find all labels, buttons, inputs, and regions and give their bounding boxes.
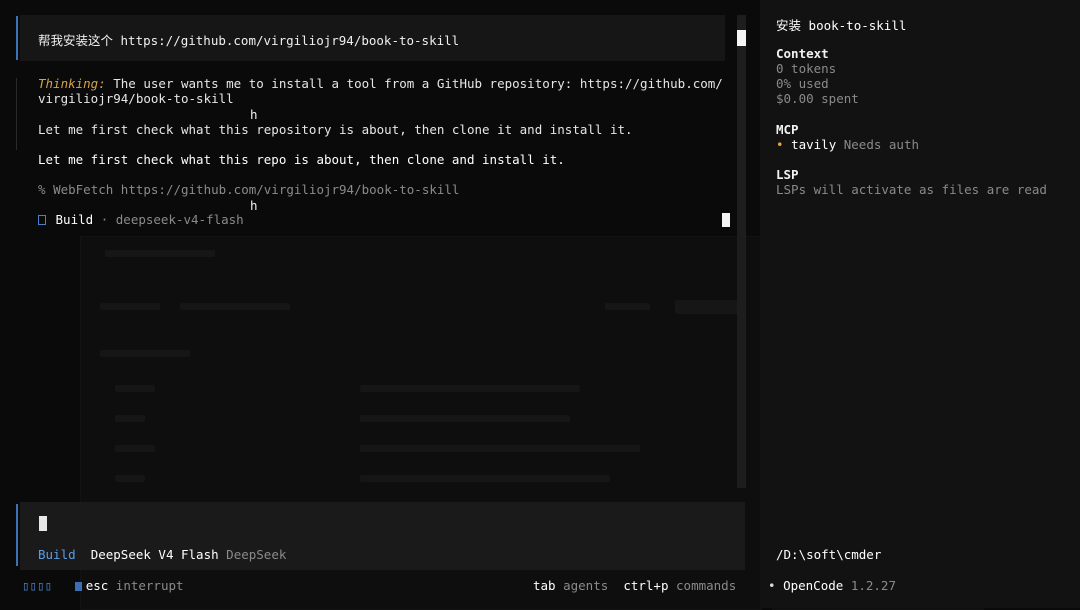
output-cursor: [722, 213, 730, 227]
tool-call-text: WebFetch https://github.com/virgiliojr94…: [53, 182, 460, 197]
message-gutter-bar: [16, 16, 18, 60]
agent-box-icon: [38, 215, 46, 225]
agent-separator: ·: [100, 212, 109, 227]
status-dot-icon: •: [776, 137, 784, 152]
thinking-line-wrap: virgiliojr94/book-to-skill: [38, 91, 234, 106]
user-message-text: 帮我安装这个 https://github.com/virgiliojr94/b…: [38, 33, 460, 48]
scrollbar-track[interactable]: [737, 15, 746, 488]
thinking-line: Thinking: The user wants me to install a…: [38, 76, 723, 91]
thinking-text: The user wants me to install a tool from…: [105, 76, 723, 91]
session-title-name: book-to-skill: [808, 18, 907, 33]
chat-pane: 帮我安装这个 https://github.com/virgiliojr94/b…: [0, 0, 746, 608]
thinking-label: Thinking:: [38, 76, 106, 91]
agent-mode-label[interactable]: Build: [38, 547, 76, 562]
context-used: 0% used: [776, 76, 829, 91]
app-version: • OpenCode 1.2.27: [768, 578, 896, 593]
footer-status: ▯▯▯▯ esc interrupt: [22, 578, 184, 593]
interrupt-key: esc: [85, 578, 109, 593]
lsp-status: LSPs will activate as files are read: [776, 182, 1047, 197]
input-caret: [39, 516, 47, 531]
agents-key[interactable]: tab: [533, 578, 556, 593]
agent-status-line: Build · deepseek-v4-flash: [38, 212, 244, 227]
session-title-cn: 安装: [776, 18, 802, 33]
assistant-reply: Let me first check what this repo is abo…: [38, 152, 565, 167]
lsp-heading: LSP: [776, 167, 799, 182]
mcp-heading: MCP: [776, 122, 799, 137]
mcp-server-item[interactable]: • tavily Needs auth: [776, 137, 919, 152]
context-heading: Context: [776, 46, 829, 61]
status-glyphs: ▯▯▯▯: [22, 578, 53, 593]
model-provider: DeepSeek: [226, 547, 287, 562]
mcp-server-name: tavily: [791, 137, 837, 152]
model-name[interactable]: DeepSeek V4 Flash: [91, 547, 219, 562]
commands-label[interactable]: commands: [676, 578, 736, 593]
stray-char: h: [250, 107, 258, 122]
agent-model: deepseek-v4-flash: [115, 212, 244, 227]
app-name: OpenCode: [783, 578, 844, 593]
session-title: 安装 book-to-skill: [776, 15, 906, 34]
model-selector[interactable]: Build DeepSeek V4 Flash DeepSeek: [38, 547, 286, 562]
session-sidebar: 安装 book-to-skill Context 0 tokens 0% use…: [760, 0, 1080, 608]
input-gutter-bar: [16, 504, 18, 566]
tool-call[interactable]: % WebFetch https://github.com/virgiliojr…: [38, 182, 459, 197]
commands-key[interactable]: ctrl+p: [623, 578, 668, 593]
working-directory: /D:\soft\cmder: [776, 547, 882, 562]
thinking-gutter-bar: [16, 78, 17, 150]
context-tokens: 0 tokens: [776, 61, 837, 76]
interrupt-label: interrupt: [115, 578, 184, 593]
tool-icon: %: [38, 182, 46, 197]
agents-label[interactable]: agents: [563, 578, 608, 593]
reasoning-line: Let me first check what this repository …: [38, 122, 633, 137]
footer-shortcuts: tab agents ctrl+p commands: [533, 578, 736, 593]
stray-char: h: [250, 198, 258, 213]
mcp-server-status: Needs auth: [843, 137, 920, 152]
app-version-number: 1.2.27: [850, 578, 896, 593]
busy-indicator-icon: [74, 582, 82, 591]
user-message: 帮我安装这个 https://github.com/virgiliojr94/b…: [20, 15, 725, 61]
scrollbar-thumb[interactable]: [737, 30, 746, 46]
app-dot-icon: •: [768, 578, 776, 593]
context-spent: $0.00 spent: [776, 91, 859, 106]
agent-name: Build: [55, 212, 94, 227]
